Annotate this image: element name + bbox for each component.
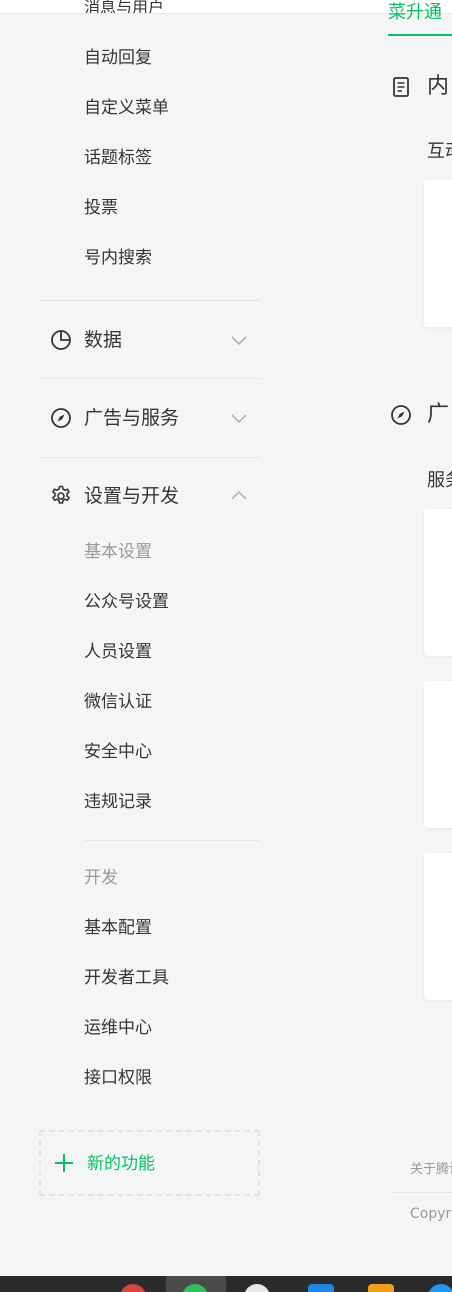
ads-section-header: 广 bbox=[388, 400, 452, 430]
sidebar-item-topic-tags[interactable]: 话题标签 bbox=[84, 146, 152, 170]
os-taskbar bbox=[0, 1276, 452, 1292]
taskbar-app-icon[interactable] bbox=[308, 1284, 334, 1292]
taskbar-app-icon[interactable] bbox=[244, 1284, 270, 1292]
sidebar-item-inner-search[interactable]: 号内搜索 bbox=[84, 246, 152, 270]
new-feature-label: 新的功能 bbox=[87, 1154, 155, 1174]
sidebar-item-basic-config[interactable]: 基本配置 bbox=[84, 916, 152, 940]
sidebar-section-data[interactable]: 数据 bbox=[38, 320, 260, 360]
sidebar-item-security-center[interactable]: 安全中心 bbox=[84, 740, 152, 764]
divider bbox=[84, 840, 260, 841]
content-section-header: 内 bbox=[388, 72, 452, 102]
document-icon bbox=[393, 77, 409, 97]
sidebar-item-ops-center[interactable]: 运维中心 bbox=[84, 1016, 152, 1040]
sidebar-category-basic-settings: 基本设置 bbox=[84, 542, 152, 562]
divider bbox=[39, 378, 260, 379]
sidebar-section-label: 广告与服务 bbox=[84, 407, 180, 429]
sidebar-item-api-permissions[interactable]: 接口权限 bbox=[84, 1066, 152, 1090]
sidebar-item-auto-reply[interactable]: 自动回复 bbox=[84, 46, 152, 70]
sidebar-item-vote[interactable]: 投票 bbox=[84, 196, 118, 220]
service-card[interactable] bbox=[424, 509, 452, 656]
gear-icon bbox=[52, 485, 70, 504]
sidebar-item-developer-tools[interactable]: 开发者工具 bbox=[84, 966, 169, 990]
sidebar-section-settings[interactable]: 设置与开发 bbox=[38, 476, 260, 516]
chevron-up-icon bbox=[231, 490, 247, 500]
sidebar-category-dev: 开发 bbox=[84, 868, 118, 888]
sidebar-section-label: 设置与开发 bbox=[84, 485, 180, 507]
chevron-down-icon bbox=[231, 414, 247, 424]
cut-off-menu-item[interactable]: 消息与用户 bbox=[84, 0, 164, 13]
service-card[interactable] bbox=[424, 853, 452, 1000]
new-feature-button[interactable]: 新的功能 bbox=[39, 1130, 260, 1196]
sidebar-section-ads[interactable]: 广告与服务 bbox=[38, 398, 260, 438]
main-content: 菜升通 内 互动 广 服务 关于腾讯 Copyright bbox=[388, 0, 452, 1292]
compass-icon bbox=[51, 408, 71, 428]
sidebar-item-account-settings[interactable]: 公众号设置 bbox=[84, 590, 169, 614]
section-title: 内 bbox=[427, 74, 450, 99]
plus-icon bbox=[55, 1154, 73, 1172]
taskbar-app-icon[interactable] bbox=[120, 1284, 146, 1292]
sidebar-item-violation-records[interactable]: 违规记录 bbox=[84, 790, 152, 814]
tab-label[interactable]: 菜升通 bbox=[388, 0, 442, 24]
top-bar: 消息与用户 bbox=[0, 0, 452, 14]
section-subtitle: 互动 bbox=[427, 141, 452, 162]
pie-chart-icon bbox=[51, 330, 71, 350]
sidebar-item-member-settings[interactable]: 人员设置 bbox=[84, 640, 152, 664]
footer-copyright: Copyright bbox=[410, 1206, 452, 1222]
sidebar-section-label: 数据 bbox=[84, 329, 123, 351]
taskbar-app-icon[interactable] bbox=[368, 1284, 394, 1292]
compass-icon bbox=[391, 405, 411, 425]
section-title: 广 bbox=[427, 402, 450, 427]
divider bbox=[39, 300, 260, 301]
divider bbox=[39, 457, 260, 458]
sidebar-item-custom-menu[interactable]: 自定义菜单 bbox=[84, 96, 169, 120]
taskbar-app-icon[interactable] bbox=[428, 1284, 452, 1292]
footer-divider bbox=[392, 1192, 452, 1193]
footer-about-link[interactable]: 关于腾讯 bbox=[410, 1158, 452, 1177]
sidebar-item-wechat-verification[interactable]: 微信认证 bbox=[84, 690, 152, 714]
content-card[interactable] bbox=[424, 180, 452, 327]
chevron-down-icon bbox=[231, 336, 247, 346]
section-subtitle: 服务 bbox=[427, 470, 452, 491]
tab-underline bbox=[388, 34, 452, 36]
service-card[interactable] bbox=[424, 681, 452, 828]
